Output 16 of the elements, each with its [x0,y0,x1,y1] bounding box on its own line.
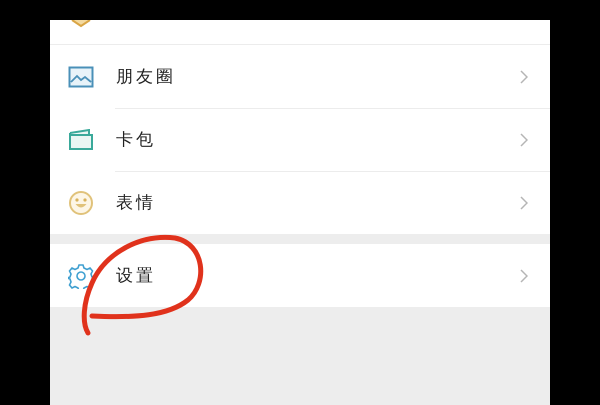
settings-icon [68,262,94,288]
menu-label: 卡包 [116,129,157,151]
menu-item[interactable]: 卡包 [50,108,550,171]
chevron-icon [520,196,528,210]
wallet-icon [68,128,94,150]
menu-label: 设置 [116,265,157,287]
chevron-icon [520,70,528,84]
menu-item[interactable]: 设置 [50,244,550,307]
smiley-icon [68,190,94,216]
menu-item[interactable]: 朋友圈 [50,45,550,108]
image-icon [68,66,94,88]
chevron-icon [520,268,528,282]
menu-label: 朋友圈 [116,66,177,88]
chevron-icon [520,132,528,146]
menu-label: 表情 [116,192,157,214]
menu-item[interactable]: 表情 [50,171,550,234]
